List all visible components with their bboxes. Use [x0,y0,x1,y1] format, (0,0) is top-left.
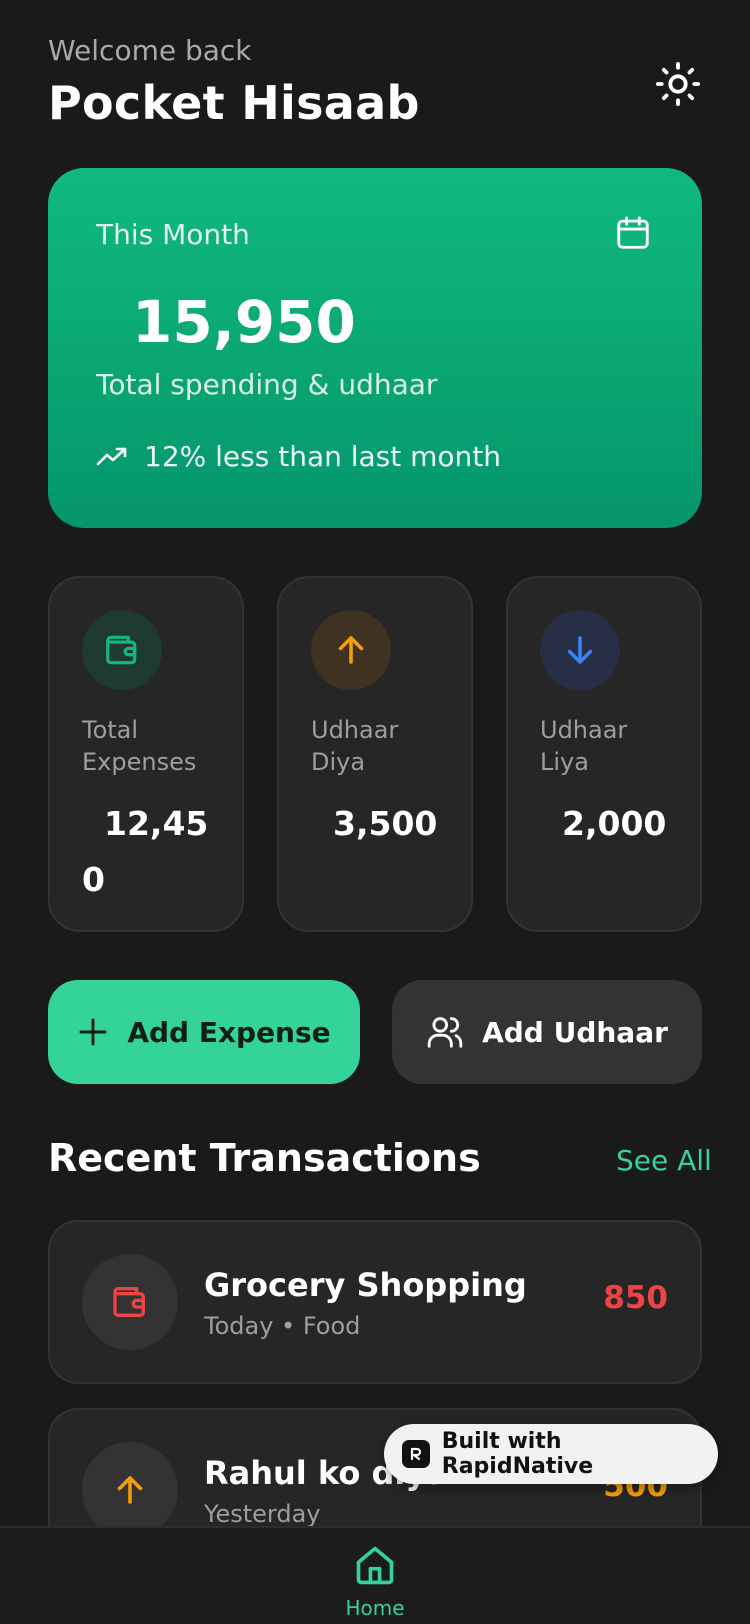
summary-amount: 15,950 [132,288,356,356]
add-udhaar-label: Add Udhaar [482,1015,668,1049]
stat-value: 3,500 [333,804,438,843]
summary-subtitle: Total spending & udhaar [96,368,438,401]
see-all-link[interactable]: See All [616,1144,712,1177]
stat-icon-circle [540,610,620,690]
transaction-icon-circle [82,1254,178,1350]
monthly-summary-card: This Month 15,950 Total spending & udhaa… [48,168,702,528]
stat-card-udhaar-diya[interactable]: Udhaar Diya 3,500 [277,576,473,932]
stat-value: 12,450 [82,804,209,899]
stat-card-total-expenses[interactable]: Total Expenses 12,450 [48,576,244,932]
transaction-meta: Yesterday [204,1500,321,1528]
summary-trend: 12% less than last month [144,440,502,473]
users-icon [427,1017,463,1048]
bottom-navigation: Home [0,1526,750,1624]
arrow-up-icon [117,1476,143,1504]
home-icon [356,1546,394,1585]
transaction-amount: 850 [603,1280,668,1316]
calendar-icon [617,216,649,249]
add-expense-button[interactable]: Add Expense [48,980,360,1084]
stat-icon-circle [82,610,162,690]
add-expense-label: Add Expense [127,1015,331,1049]
app-screen: Welcome back Pocket Hisaab This Month 15… [0,0,750,1624]
stat-label: Udhaar Diya [311,716,399,776]
nav-home-label: Home [345,1596,405,1620]
stat-label: Total Expenses [82,716,197,776]
built-with-badge[interactable]: Built with RapidNative [384,1424,718,1484]
badge-text: Built with RapidNative [441,1429,594,1479]
nav-item-home[interactable]: Home [335,1542,415,1624]
transaction-icon-circle [82,1442,178,1538]
arrow-down-icon [567,636,593,664]
stat-card-udhaar-liya[interactable]: Udhaar Liya 2,000 [506,576,702,932]
rapidnative-logo-icon [402,1440,430,1468]
sun-icon [655,61,701,107]
summary-label: This Month [96,218,250,251]
wallet-icon [106,635,137,665]
add-udhaar-button[interactable]: Add Udhaar [392,980,702,1084]
stat-icon-circle [311,610,391,690]
wallet-icon [113,1287,145,1317]
stat-label: Udhaar Liya [540,716,628,776]
theme-toggle-button[interactable] [654,60,702,108]
plus-icon [79,1018,107,1046]
transaction-item[interactable]: Grocery Shopping Today • Food 850 [48,1220,702,1384]
transaction-title: Grocery Shopping [204,1266,527,1304]
trending-icon [96,447,127,466]
arrow-up-icon [338,636,364,664]
welcome-text: Welcome back [48,34,252,67]
app-title: Pocket Hisaab [48,76,420,130]
transaction-meta: Today • Food [204,1312,361,1340]
stat-value: 2,000 [562,804,667,843]
recent-transactions-title: Recent Transactions [48,1136,481,1180]
